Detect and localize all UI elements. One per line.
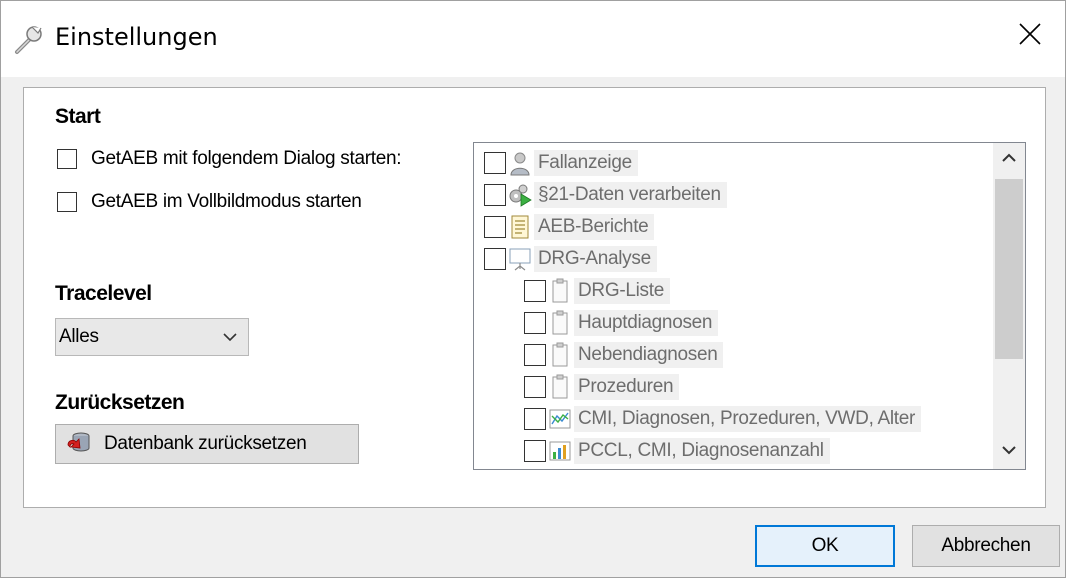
tree-item-label: CMI, Diagnosen, Prozeduren, VWD, Alter bbox=[574, 406, 922, 432]
reset-database-button[interactable]: Datenbank zurücksetzen bbox=[55, 424, 359, 464]
chevron-up-icon bbox=[1001, 151, 1017, 169]
chevron-down-icon bbox=[222, 330, 238, 349]
option-dialog-start[interactable]: GetAEB mit folgendem Dialog starten: bbox=[57, 148, 402, 170]
scroll-up-button[interactable] bbox=[993, 143, 1025, 177]
tree-checkbox[interactable] bbox=[524, 280, 546, 302]
gears-play-icon bbox=[508, 182, 532, 208]
scroll-down-button[interactable] bbox=[993, 435, 1025, 469]
tree-checkbox[interactable] bbox=[484, 152, 506, 174]
dialog-start-label: GetAEB mit folgendem Dialog starten: bbox=[91, 148, 402, 169]
tracelevel-heading: Tracelevel bbox=[55, 282, 152, 305]
tree-item-label: PCCL, CMI, Diagnosenanzahl bbox=[574, 438, 830, 464]
cancel-button[interactable]: Abbrechen bbox=[912, 525, 1060, 567]
tree-checkbox[interactable] bbox=[524, 312, 546, 334]
window-title: Einstellungen bbox=[55, 23, 218, 51]
clipboard-icon bbox=[548, 278, 572, 304]
reset-database-label: Datenbank zurücksetzen bbox=[104, 433, 307, 454]
tree-checkbox[interactable] bbox=[524, 376, 546, 398]
tree-item-drg-analyse[interactable]: DRG-Analyse bbox=[484, 243, 657, 275]
tree-item-cmi-diagnosen[interactable]: CMI, Diagnosen, Prozeduren, VWD, Alter bbox=[524, 403, 922, 435]
tree-checkbox[interactable] bbox=[524, 440, 546, 462]
presentation-icon bbox=[508, 246, 532, 272]
tree-item-label: §21-Daten verarbeiten bbox=[534, 182, 727, 208]
wrench-icon bbox=[11, 23, 45, 57]
tree-item-label: DRG-Liste bbox=[574, 278, 670, 304]
clipboard-icon bbox=[548, 374, 572, 400]
tracelevel-value: Alles bbox=[59, 326, 99, 347]
tree-checkbox[interactable] bbox=[484, 248, 506, 270]
tree-item-hauptdiagnosen[interactable]: Hauptdiagnosen bbox=[524, 307, 719, 339]
report-icon bbox=[508, 214, 532, 240]
clipboard-icon bbox=[548, 310, 572, 336]
option-fullscreen-start[interactable]: GetAEB im Vollbildmodus starten bbox=[57, 191, 362, 213]
tracelevel-select[interactable]: Alles bbox=[55, 318, 249, 356]
tree-item-label: Hauptdiagnosen bbox=[574, 310, 719, 336]
tree-item-prozeduren[interactable]: Prozeduren bbox=[524, 371, 680, 403]
tree-item-aeb-berichte[interactable]: AEB-Berichte bbox=[484, 211, 655, 243]
title-bar: Einstellungen bbox=[1, 1, 1065, 77]
scrollbar-thumb[interactable] bbox=[995, 179, 1023, 359]
fullscreen-label: GetAEB im Vollbildmodus starten bbox=[91, 191, 362, 212]
start-heading: Start bbox=[55, 105, 101, 128]
tree-scrollbar[interactable] bbox=[993, 143, 1025, 469]
fullscreen-checkbox[interactable] bbox=[57, 192, 77, 212]
reset-heading: Zurücksetzen bbox=[55, 391, 185, 414]
tree-checkbox[interactable] bbox=[524, 344, 546, 366]
tree-item-label: Fallanzeige bbox=[534, 150, 638, 176]
dialog-tree-list[interactable]: Fallanzeige §21-Daten verarbeiten AEB-Be… bbox=[473, 142, 1026, 470]
tree-item-pccl-cmi[interactable]: PCCL, CMI, Diagnosenanzahl bbox=[524, 435, 830, 467]
ok-button[interactable]: OK bbox=[755, 525, 895, 567]
chevron-down-icon bbox=[1001, 443, 1017, 461]
bar-chart-icon bbox=[548, 438, 572, 464]
tree-item-label: Nebendiagnosen bbox=[574, 342, 724, 368]
tree-item-nebendiagnosen[interactable]: Nebendiagnosen bbox=[524, 339, 724, 371]
settings-dialog: Einstellungen Start GetAEB mit folgendem… bbox=[0, 0, 1066, 578]
tree-checkbox[interactable] bbox=[484, 216, 506, 238]
tree-item-label: DRG-Analyse bbox=[534, 246, 657, 272]
dialog-start-checkbox[interactable] bbox=[57, 149, 77, 169]
tree-item-21-daten[interactable]: §21-Daten verarbeiten bbox=[484, 179, 727, 211]
tree-item-label: AEB-Berichte bbox=[534, 214, 655, 240]
tree-item-drg-liste[interactable]: DRG-Liste bbox=[524, 275, 670, 307]
tree-item-fallanzeige[interactable]: Fallanzeige bbox=[484, 147, 638, 179]
user-icon bbox=[508, 150, 532, 176]
tree-checkbox[interactable] bbox=[524, 408, 546, 430]
tree-checkbox[interactable] bbox=[484, 184, 506, 206]
clipboard-icon bbox=[548, 342, 572, 368]
close-button[interactable] bbox=[995, 1, 1065, 71]
database-reset-icon bbox=[66, 429, 92, 460]
close-icon bbox=[1019, 22, 1041, 50]
line-chart-icon bbox=[548, 406, 572, 432]
tree-item-label: Prozeduren bbox=[574, 374, 680, 400]
